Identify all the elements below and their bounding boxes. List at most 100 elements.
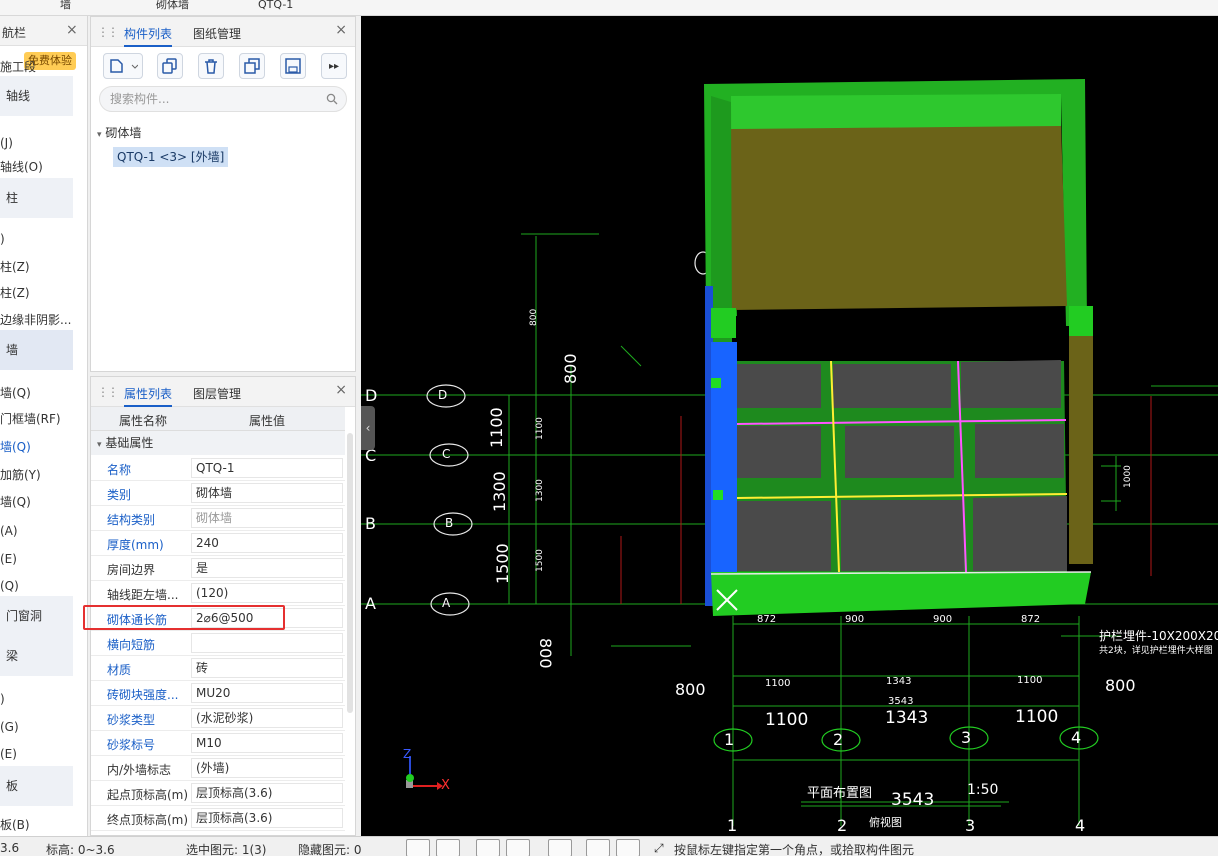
component-search[interactable] xyxy=(99,86,347,112)
property-value[interactable]: MU20 xyxy=(191,683,343,703)
top-cell-component[interactable]: QTQ-1 xyxy=(258,0,293,14)
copy-component-button[interactable] xyxy=(157,53,183,79)
cad-viewport[interactable]: D C B A D C B A 800 1100 1300 1500 800 1100 1300 1500 80… xyxy=(361,16,1218,836)
nav-item[interactable]: 墙(Q) xyxy=(0,436,87,458)
nav-item[interactable]: 柱 xyxy=(0,178,73,218)
property-value[interactable] xyxy=(191,633,343,653)
component-search-input[interactable] xyxy=(110,91,310,107)
property-row[interactable]: 材质 砖 xyxy=(91,656,345,681)
more-tools-button[interactable]: ▸▸ xyxy=(321,53,347,79)
property-row[interactable]: 类别 砌体墙 xyxy=(91,481,345,506)
nav-item[interactable]: 梁 xyxy=(0,636,73,676)
nav-item[interactable]: 门框墙(RF) xyxy=(0,408,87,430)
nav-item[interactable]: 板(B) xyxy=(0,814,87,836)
component-save-button[interactable] xyxy=(280,53,306,79)
angle-snap-button[interactable] xyxy=(506,839,530,856)
property-value[interactable]: 层顶标高(3.6) xyxy=(191,808,343,828)
property-name: 厚度(mm) xyxy=(107,538,164,552)
draw-tool-button[interactable] xyxy=(616,839,640,856)
property-row[interactable]: 内/外墙标志 (外墙) xyxy=(91,756,345,781)
nav-item[interactable]: 轴线 xyxy=(0,76,73,116)
nav-item[interactable]: 边缘非阴影... xyxy=(0,309,87,331)
property-row[interactable]: 砌体通长筋 2⌀6@500 xyxy=(91,606,345,631)
nav-item[interactable]: 墙(Q) xyxy=(0,382,87,404)
nav-item[interactable]: ) xyxy=(0,228,87,250)
nav-item[interactable]: 门窗洞 xyxy=(0,596,73,636)
view-title: 俯视图 xyxy=(869,816,902,829)
add-point-button[interactable] xyxy=(548,839,572,856)
property-value[interactable]: 砖 xyxy=(191,658,343,678)
select-mode-button[interactable] xyxy=(436,839,460,856)
tab-property-list[interactable]: 属性列表 xyxy=(124,385,173,407)
duplicate-floor-button[interactable] xyxy=(239,53,265,79)
property-value[interactable]: 砌体墙 xyxy=(191,483,343,503)
tab-component-list[interactable]: 构件列表 xyxy=(124,25,173,47)
property-value[interactable]: M10 xyxy=(191,733,343,753)
property-value[interactable]: (水泥砂浆) xyxy=(191,708,343,728)
property-row[interactable]: 房间边界 是 xyxy=(91,556,345,581)
new-component-button[interactable] xyxy=(103,53,143,79)
property-value[interactable]: QTQ-1 xyxy=(191,458,343,478)
tab-layer-management[interactable]: 图层管理 xyxy=(193,385,241,402)
property-name: 砖砌块强度... xyxy=(107,688,179,702)
property-value[interactable]: (外墙) xyxy=(191,758,343,778)
property-value[interactable]: 2⌀6@500 xyxy=(191,608,343,628)
search-icon[interactable] xyxy=(326,93,338,105)
nav-item[interactable]: (A) xyxy=(0,520,87,542)
property-value[interactable]: 是 xyxy=(191,558,343,578)
property-row[interactable]: 轴线距左墙... (120) xyxy=(91,581,345,606)
coordinate-axes-indicator xyxy=(406,756,443,790)
close-icon[interactable]: × xyxy=(335,382,347,398)
property-value[interactable]: 砌体墙 xyxy=(191,508,343,528)
nav-item[interactable]: 柱(Z) xyxy=(0,256,87,278)
delete-component-button[interactable] xyxy=(198,53,224,79)
property-row[interactable]: 名称 QTQ-1 xyxy=(91,456,345,481)
nav-item[interactable]: (G) xyxy=(0,716,87,738)
property-row[interactable]: 砂浆标号 M10 xyxy=(91,731,345,756)
wall-3d-model[interactable] xyxy=(704,79,1093,616)
property-row[interactable]: 横向短筋 xyxy=(91,631,345,656)
property-name: 砌体通长筋 xyxy=(107,613,168,627)
ortho-toggle-button[interactable] xyxy=(406,839,430,856)
property-value[interactable]: 240 xyxy=(191,533,343,553)
top-cell-subtype[interactable]: 砌体墙 xyxy=(156,0,189,14)
property-table-header: 属性名称 属性值 xyxy=(91,407,345,431)
tab-drawing-management[interactable]: 图纸管理 xyxy=(193,25,241,42)
nav-item[interactable]: (Q) xyxy=(0,575,87,597)
property-row[interactable]: 砖砌块强度... MU20 xyxy=(91,681,345,706)
property-value[interactable]: (120) xyxy=(191,583,343,603)
property-panel: ⋮⋮ 属性列表 图层管理 × 属性名称 属性值 ▾ 基础属性 名称 QTQ-1 类别… xyxy=(90,376,356,836)
top-cell-type[interactable]: 墙 xyxy=(60,0,71,14)
drag-grip-icon[interactable]: ⋮⋮ xyxy=(97,385,119,399)
nav-item[interactable]: (J) xyxy=(0,132,87,154)
property-row[interactable]: 砂浆类型 (水泥砂浆) xyxy=(91,706,345,731)
nav-item[interactable]: 柱(Z) xyxy=(0,282,87,304)
caret-down-icon[interactable]: ▾ xyxy=(97,130,102,140)
nav-item[interactable]: 施工段 xyxy=(0,56,87,78)
property-row[interactable]: 厚度(mm) 240 xyxy=(91,531,345,556)
snap-button[interactable] xyxy=(476,839,500,856)
close-icon[interactable]: × xyxy=(335,22,347,38)
nav-item[interactable]: ) xyxy=(0,688,87,710)
caret-down-icon[interactable]: ▾ xyxy=(97,440,102,450)
nav-item[interactable]: 板 xyxy=(0,766,73,806)
col-property-name: 属性名称 xyxy=(119,414,168,428)
property-row[interactable]: 起点顶标高(m) 层顶标高(3.6) xyxy=(91,781,345,806)
close-icon[interactable]: × xyxy=(66,22,78,38)
nav-item[interactable]: 轴线(O) xyxy=(0,156,87,178)
nav-item[interactable]: 墙(Q) xyxy=(0,491,87,513)
nav-item[interactable]: (E) xyxy=(0,743,87,765)
property-scrollbar[interactable] xyxy=(347,433,353,713)
tree-category[interactable]: ▾ 砌体墙 xyxy=(97,124,141,141)
collapse-handle[interactable]: ‹ xyxy=(361,406,375,450)
property-value[interactable]: 层顶标高(3.6) xyxy=(191,783,343,803)
drag-grip-icon[interactable]: ⋮⋮ xyxy=(97,25,119,39)
nav-item[interactable]: (E) xyxy=(0,548,87,570)
property-row[interactable]: 结构类别 砌体墙 xyxy=(91,506,345,531)
nav-item[interactable]: 墙 xyxy=(0,330,73,370)
property-row[interactable]: 终点顶标高(m) 层顶标高(3.6) xyxy=(91,806,345,831)
display-toggle-button[interactable] xyxy=(586,839,610,856)
property-group[interactable]: ▾ 基础属性 xyxy=(91,431,345,455)
tree-item-qtq1[interactable]: QTQ-1 <3> [外墙] xyxy=(113,147,229,167)
nav-item[interactable]: 加筋(Y) xyxy=(0,464,87,486)
